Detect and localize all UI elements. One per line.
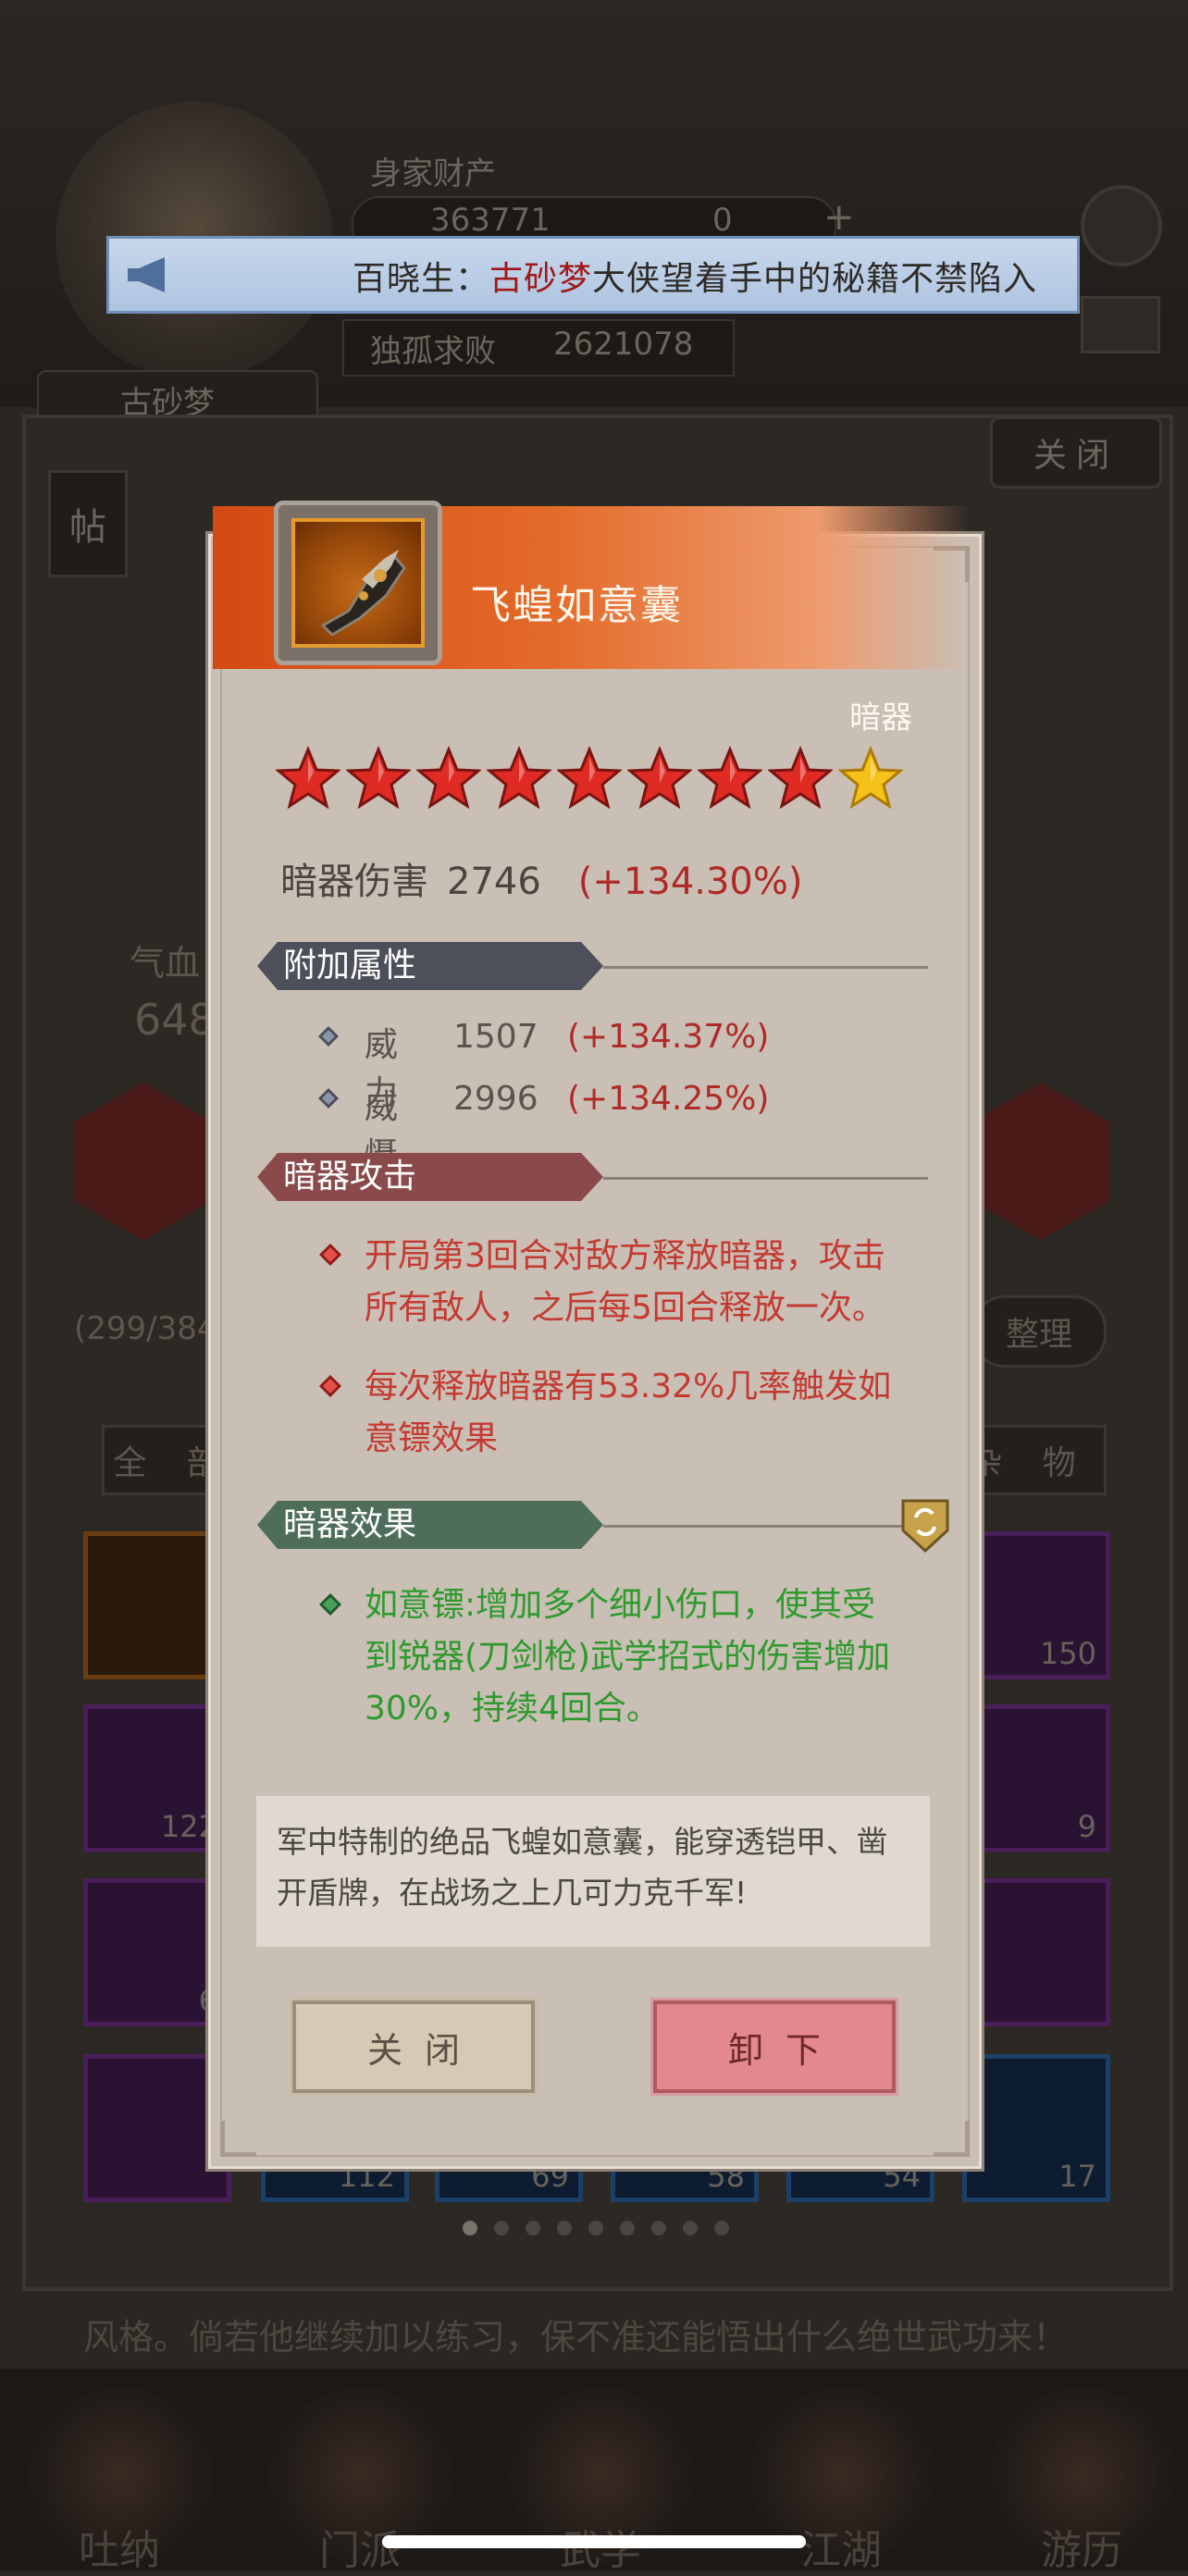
announcement-text: 百晓生：古砂梦大侠望着手中的秘籍不禁陷入: [353, 252, 1037, 300]
item-description-box: 军中特制的绝品飞蝗如意囊，能穿透铠甲、凿开盾牌，在战场之上几可力克千军!: [256, 1796, 930, 1947]
dialog-corner: [934, 2121, 970, 2157]
red-star-icon: [346, 746, 411, 810]
attack-effect-text: 每次释放暗器有53.32%几率触发如意镖效果: [365, 1368, 892, 1457]
wealth-label: 身家财产: [370, 155, 496, 192]
section-effect: 暗器效果: [257, 1501, 928, 1549]
gold-star-icon: [838, 746, 903, 810]
nav-label: 游历: [1041, 2527, 1122, 2574]
section-attack: 暗器攻击: [257, 1153, 928, 1201]
section-divider: [603, 1525, 928, 1528]
add-currency-button[interactable]: +: [823, 196, 855, 239]
page-dot[interactable]: [683, 2221, 698, 2235]
section-extra-attrs: 附加属性: [257, 942, 928, 990]
item-icon-frame: [274, 501, 442, 665]
inventory-slot[interactable]: 9: [962, 1704, 1110, 1852]
unequip-button[interactable]: 卸下: [650, 1998, 898, 2096]
diamond-bullet-icon: [319, 1375, 341, 1397]
nav-label: 吐纳: [79, 2527, 160, 2574]
page-dot[interactable]: [714, 2221, 729, 2235]
rank-title: 独孤求败: [370, 333, 496, 370]
diamond-bullet-icon: [319, 1244, 341, 1266]
item-name: 飞蝗如意囊: [470, 582, 683, 629]
page-dot[interactable]: [557, 2221, 572, 2235]
hidden-weapon-effect-text: 如意镖:增加多个细小伤口，使其受到锐器(刀剑枪)武学招式的伤害增加30%，持续4…: [365, 1586, 891, 1728]
red-star-icon: [416, 746, 481, 810]
page-dot[interactable]: [463, 2221, 477, 2235]
nav-label: 江湖: [800, 2527, 882, 2574]
page-indicator: [463, 2221, 729, 2235]
star-rating: [276, 746, 903, 811]
page-dot[interactable]: [620, 2221, 635, 2235]
hp-value: 648: [134, 995, 216, 1045]
page-dot[interactable]: [651, 2221, 666, 2235]
effect-shield-icon: [901, 1499, 949, 1554]
red-star-icon: [276, 746, 340, 810]
red-star-icon: [627, 746, 692, 810]
coin-count: 363771: [430, 202, 551, 239]
section-divider: [603, 1177, 928, 1180]
bag-capacity: (299/384: [74, 1310, 217, 1347]
announcement-marquee: 百晓生：古砂梦大侠望着手中的秘籍不禁陷入: [106, 236, 1080, 314]
announcer-name: 百晓生：: [353, 260, 490, 298]
attr-value: 2996: [453, 1080, 538, 1118]
main-stat-value: 2746: [447, 861, 541, 903]
red-star-icon: [768, 746, 833, 810]
settings-gear-icon[interactable]: [1081, 185, 1162, 266]
main-stat-label: 暗器伤害: [280, 861, 428, 903]
page-dot[interactable]: [526, 2221, 540, 2235]
attr-percent: (+134.25%): [567, 1080, 770, 1118]
slot-count: 150: [1039, 1636, 1096, 1671]
section-divider: [603, 966, 928, 969]
close-button[interactable]: 关闭: [290, 1998, 538, 2096]
diamond-bullet-icon: [318, 1026, 339, 1046]
home-indicator: [382, 2535, 806, 2548]
red-star-icon: [698, 746, 762, 810]
announcement-player: 古砂梦: [489, 260, 593, 298]
page-dot[interactable]: [494, 2221, 509, 2235]
rank-value: 2621078: [553, 326, 694, 363]
sort-button[interactable]: 整理: [971, 1295, 1107, 1368]
page-dot[interactable]: [588, 2221, 603, 2235]
main-stat: 暗器伤害 2746 (+134.30%): [280, 851, 803, 905]
inventory-slot[interactable]: 150: [962, 1531, 1110, 1679]
attack-effect-text: 开局第3回合对敌方释放暗器，攻击所有敌人，之后每5回合释放一次。: [365, 1237, 885, 1327]
item-type: 暗器: [849, 700, 912, 737]
section-title: 附加属性: [257, 942, 603, 990]
hp-label: 气血: [130, 943, 201, 984]
mail-icon[interactable]: [1081, 296, 1160, 353]
dialog-corner: [220, 2121, 256, 2157]
section-title: 暗器效果: [257, 1501, 603, 1549]
announcement-message: 大侠望着手中的秘籍不禁陷入: [592, 260, 1038, 298]
attr-percent: (+134.37%): [567, 1018, 770, 1056]
item-icon: [291, 518, 425, 648]
post-tag-button[interactable]: 帖: [48, 470, 128, 577]
slot-count: 9: [1077, 1809, 1096, 1844]
item-description: 军中特制的绝品飞蝗如意囊，能穿透铠甲、凿开盾牌，在战场之上几可力克千军!: [277, 1824, 887, 1911]
megaphone-icon: [128, 257, 165, 292]
red-star-icon: [557, 746, 622, 810]
attr-value: 1507: [453, 1018, 538, 1056]
diamond-bullet-icon: [318, 1088, 339, 1108]
red-star-icon: [487, 746, 551, 810]
hidden-weapon-pouch-icon: [320, 550, 406, 637]
inventory-slot[interactable]: 17: [962, 2054, 1110, 2202]
gem-count: 0: [712, 202, 733, 239]
story-text: 风格。倘若他继续加以练习，保不准还能悟出什么绝世武功来！: [83, 2317, 1069, 2358]
main-stat-percent: (+134.30%): [577, 861, 803, 903]
inventory-slot[interactable]: [962, 1878, 1110, 2026]
panel-close-button[interactable]: 关闭: [990, 416, 1162, 489]
slot-count: 17: [1058, 2159, 1096, 2194]
diamond-bullet-icon: [319, 1593, 341, 1616]
section-title: 暗器攻击: [257, 1153, 603, 1201]
